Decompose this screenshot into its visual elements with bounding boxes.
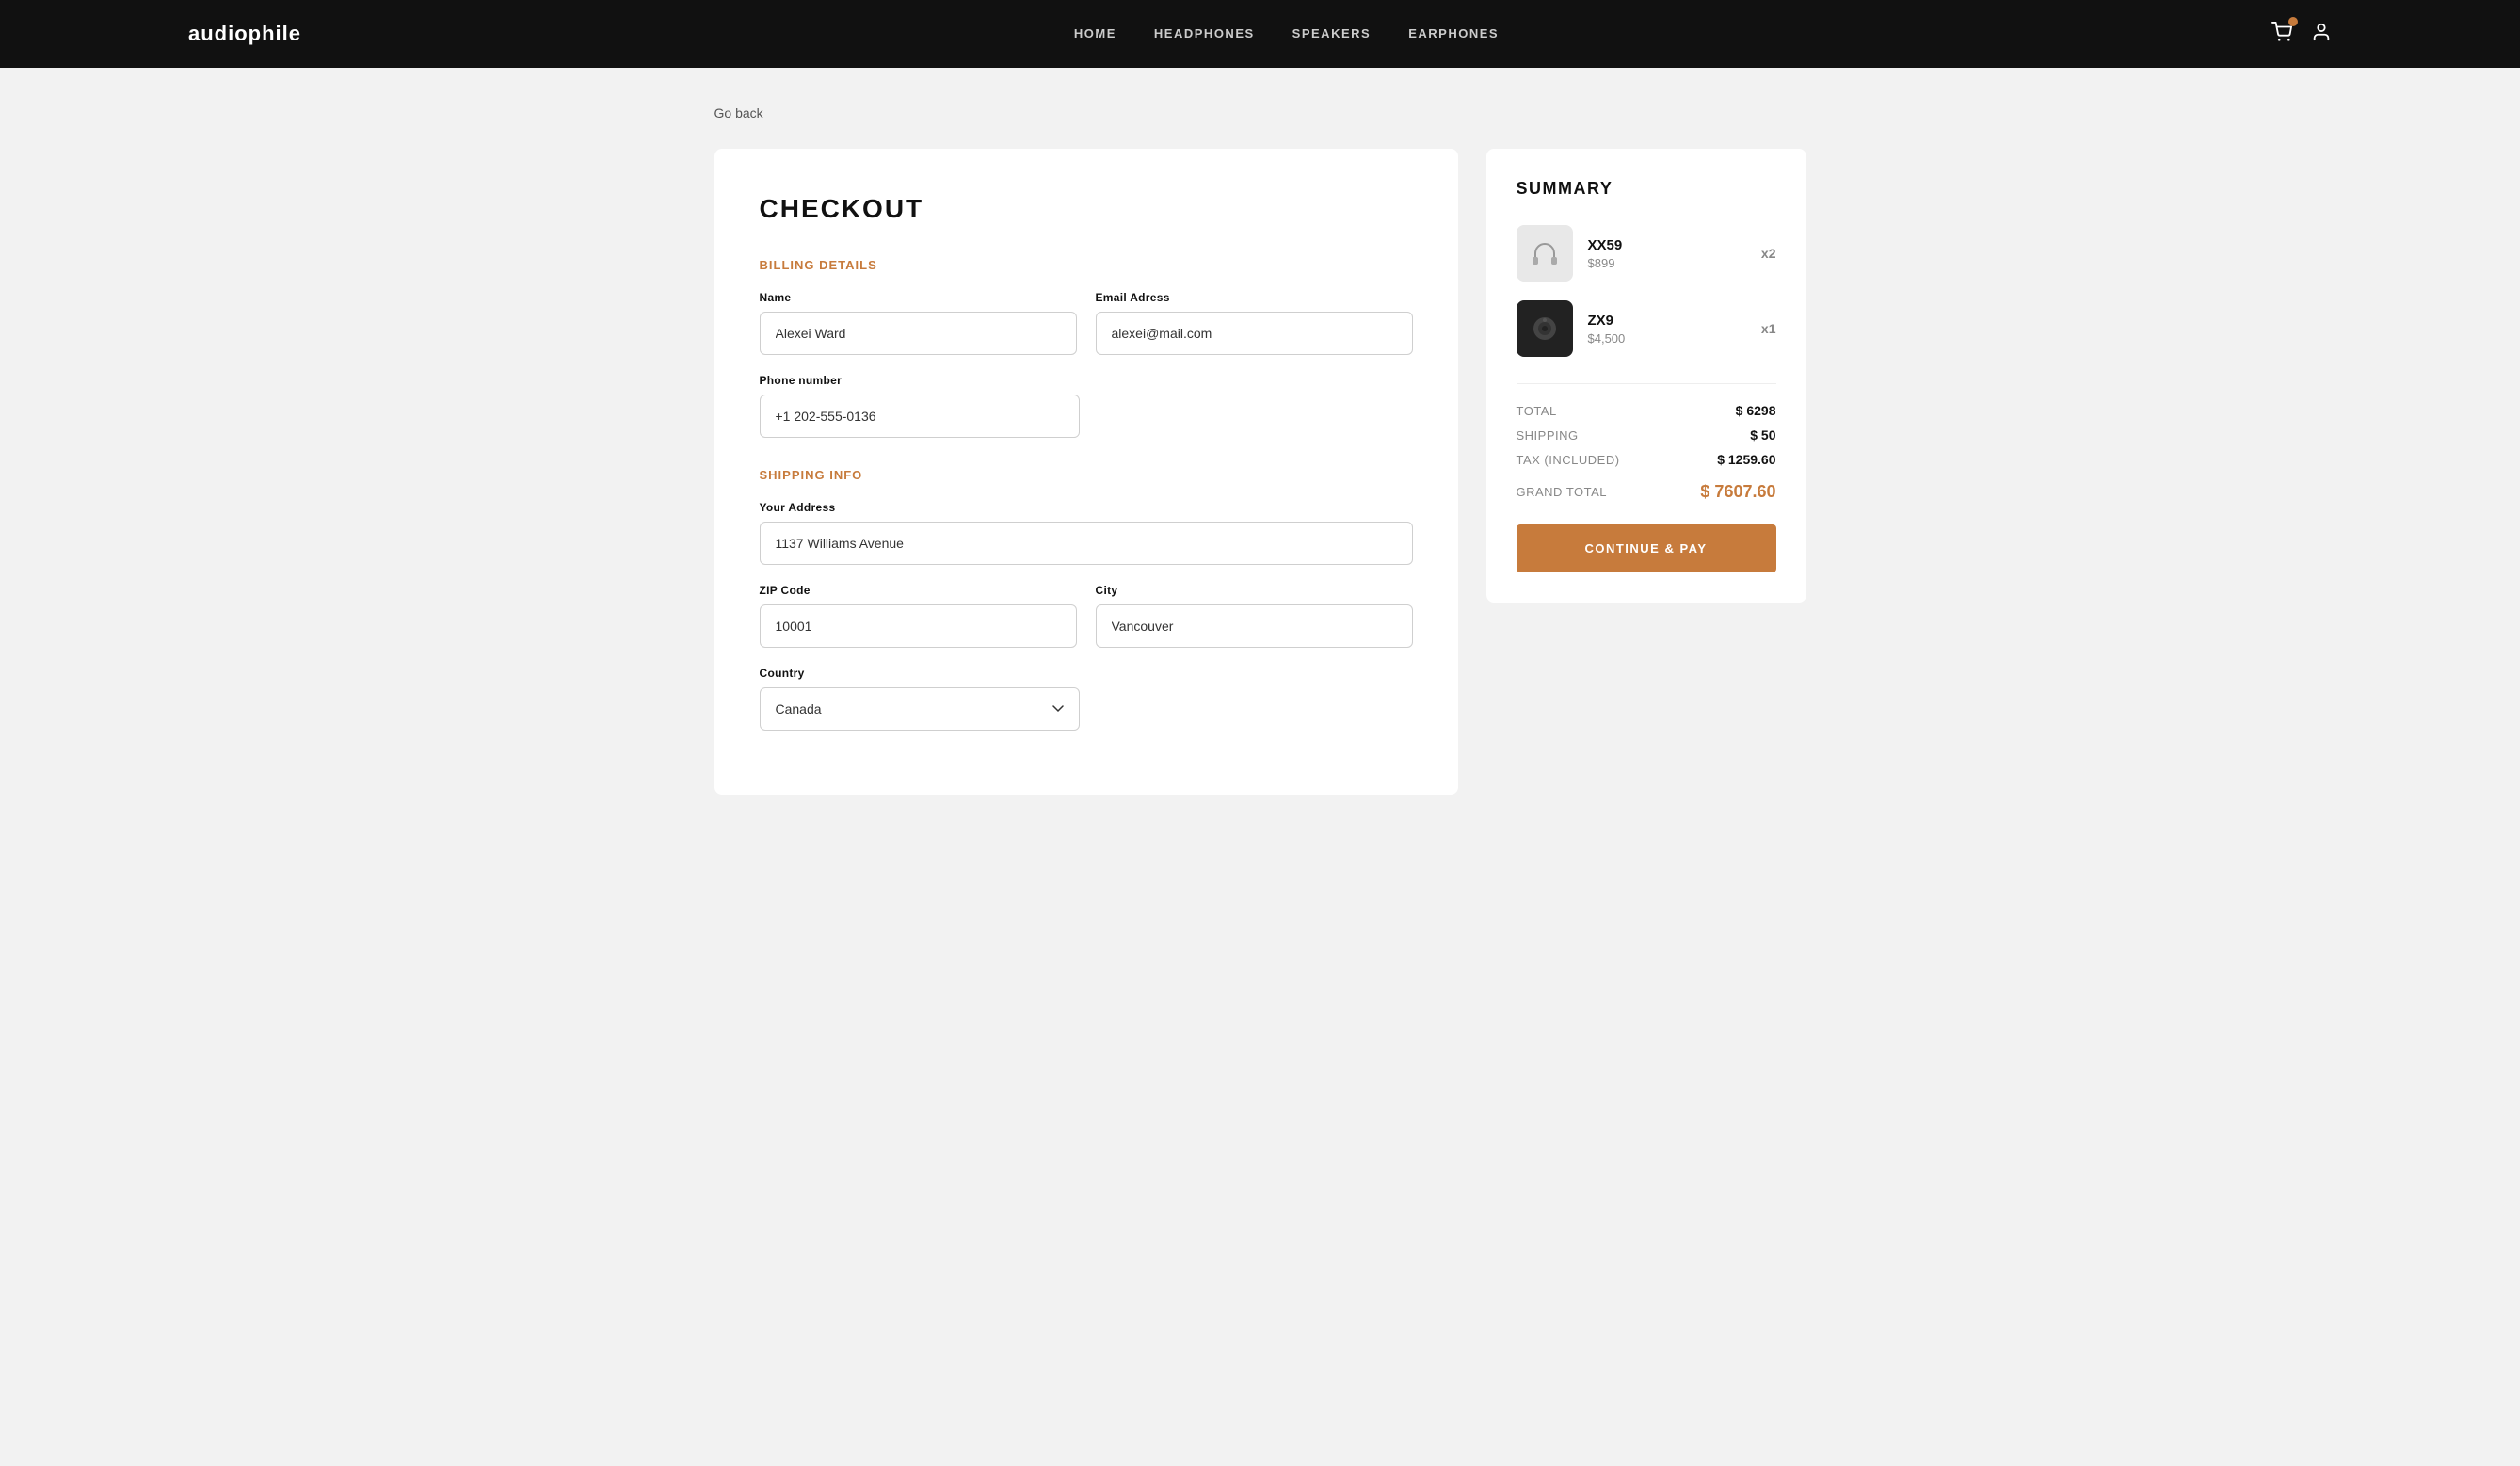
address-label: Your Address <box>760 501 1413 514</box>
name-label: Name <box>760 291 1077 304</box>
continue-pay-button[interactable]: CONTINUE & PAY <box>1517 524 1776 572</box>
shipping-summary-value: $ 50 <box>1750 427 1775 443</box>
grand-total-label: GRAND TOTAL <box>1517 485 1608 499</box>
shipping-row: SHIPPING $ 50 <box>1517 427 1776 443</box>
summary-card: SUMMARY XX59 $899 <box>1486 149 1806 603</box>
item-qty-zx9: x1 <box>1761 321 1776 336</box>
nav-link-speakers[interactable]: SPEAKERS <box>1292 26 1372 40</box>
city-input[interactable] <box>1096 604 1413 648</box>
shipping-section: SHIPPING INFO Your Address ZIP Code City <box>760 468 1413 731</box>
brand-logo: audiophile <box>188 22 301 46</box>
headphone-product-icon <box>1528 236 1562 270</box>
shipping-summary-label: SHIPPING <box>1517 428 1579 443</box>
cart-badge <box>2288 17 2298 26</box>
tax-value: $ 1259.60 <box>1717 452 1775 467</box>
summary-items: XX59 $899 x2 <box>1517 225 1776 357</box>
nav-link-home[interactable]: HOME <box>1074 26 1116 40</box>
tax-row: TAX (INCLUDED) $ 1259.60 <box>1517 452 1776 467</box>
summary-divider <box>1517 383 1776 384</box>
address-input[interactable] <box>760 522 1413 565</box>
item-qty-xx59: x2 <box>1761 246 1776 261</box>
billing-label: BILLING DETAILS <box>760 258 1413 272</box>
item-price-xx59: $899 <box>1588 256 1746 270</box>
shipping-label: SHIPPING INFO <box>760 468 1413 482</box>
name-input[interactable] <box>760 312 1077 355</box>
checkout-title: CHECKOUT <box>760 194 1413 224</box>
zip-label: ZIP Code <box>760 584 1077 597</box>
country-label: Country <box>760 667 1080 680</box>
grand-total-row: GRAND TOTAL $ 7607.60 <box>1517 482 1776 502</box>
item-price-zx9: $4,500 <box>1588 331 1746 346</box>
phone-input[interactable] <box>760 395 1080 438</box>
phone-label: Phone number <box>760 374 1080 387</box>
item-image-zx9 <box>1517 300 1573 357</box>
user-icon-button[interactable] <box>2311 22 2332 47</box>
item-name-zx9: ZX9 <box>1588 313 1746 329</box>
total-value: $ 6298 <box>1736 403 1776 418</box>
summary-item-xx59: XX59 $899 x2 <box>1517 225 1776 282</box>
tax-label: TAX (INCLUDED) <box>1517 453 1620 467</box>
summary-item-zx9: ZX9 $4,500 x1 <box>1517 300 1776 357</box>
checkout-form-card: CHECKOUT BILLING DETAILS Name Email Adre… <box>714 149 1458 795</box>
email-input[interactable] <box>1096 312 1413 355</box>
email-label: Email Adress <box>1096 291 1413 304</box>
go-back-link[interactable]: Go back <box>714 105 763 121</box>
country-select[interactable]: Canada United States United Kingdom Aust… <box>760 687 1080 731</box>
cart-icon-button[interactable] <box>2271 22 2292 47</box>
item-image-xx59 <box>1517 225 1573 282</box>
nav-links: HOME HEADPHONES SPEAKERS EARPHONES <box>1074 25 1499 42</box>
city-label: City <box>1096 584 1413 597</box>
zip-input[interactable] <box>760 604 1077 648</box>
speaker-product-icon <box>1526 310 1564 347</box>
nav-link-headphones[interactable]: HEADPHONES <box>1154 26 1255 40</box>
billing-section: BILLING DETAILS Name Email Adress Phone … <box>760 258 1413 438</box>
total-row: TOTAL $ 6298 <box>1517 403 1776 418</box>
grand-total-value: $ 7607.60 <box>1700 482 1775 502</box>
total-label: TOTAL <box>1517 404 1557 418</box>
item-info-xx59: XX59 $899 <box>1588 237 1746 270</box>
nav-link-earphones[interactable]: EARPHONES <box>1408 26 1499 40</box>
summary-title: SUMMARY <box>1517 179 1776 199</box>
item-name-xx59: XX59 <box>1588 237 1746 253</box>
item-info-zx9: ZX9 $4,500 <box>1588 313 1746 346</box>
nav-icons <box>2271 22 2332 47</box>
user-icon <box>2311 22 2332 42</box>
